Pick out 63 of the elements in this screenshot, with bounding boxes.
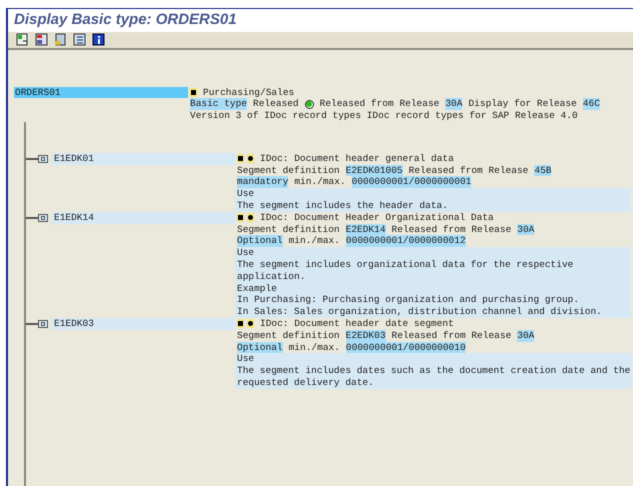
text-line: The segment includes dates such as the document creation date and the [237,365,630,378]
highlighted-text: 30A [445,98,462,110]
tree-node[interactable]: E1EDK14 [51,212,235,224]
text-line: Released from Release [392,330,512,342]
window-title: Display Basic type: ORDERS01 [8,9,633,32]
toolbar-icon[interactable] [71,32,87,48]
toolbar-icon[interactable] [52,32,68,48]
highlighted-text: 30A [517,224,534,236]
text-line: Released from Release [392,224,512,236]
text-line: In Sales: Sales organization, distribution channel and division. [237,306,602,318]
folder-icon[interactable] [38,154,48,163]
text-line: In Purchasing: Purchasing organization and purchasing group. [237,294,580,306]
text-line: min./max. [288,342,340,354]
text-line: IDoc: Document header general data [260,152,454,165]
highlighted-text: 0000000001/0000000010 [346,342,466,354]
text-line: Use [237,353,254,366]
text-line: Use [237,188,254,200]
tree-node[interactable]: E1EDK03 [51,318,235,330]
text-line: IDoc: Document Header Organizational Data [260,212,494,224]
tree-node[interactable]: E1EDK01 [51,152,235,165]
dot-icon [247,154,254,164]
highlighted-text: mandatory [237,176,288,188]
highlighted-text: 0000000001/0000000001 [352,176,472,188]
text-line: Display for Release [468,98,577,110]
dot-icon [247,213,254,222]
info-icon[interactable] [90,32,106,48]
text-line: application. [237,270,306,283]
text-line: IDoc: Document header date segment [260,318,454,330]
text-line: Example [237,282,277,294]
text-line: Purchasing/Sales [203,86,294,98]
toolbar-icon[interactable] [14,32,30,48]
text-line: Segment definition [237,330,340,342]
highlighted-text: Optional [237,342,283,354]
highlighted-text: 30A [517,330,534,342]
highlighted-text: E2EDK14 [346,224,386,236]
text-line: requested delivery date. [237,377,374,389]
text-line: Released [253,98,299,110]
square-icon [237,213,244,222]
text-line: Segment definition [237,224,340,236]
text-line: Released from Release [320,98,440,110]
text-line: Segment definition [237,164,340,176]
highlighted-text: 45B [534,164,552,176]
text-line: The segment includes organizational data for the respective [237,259,574,271]
square-icon [237,154,244,164]
highlighted-text: E2EDK03 [346,330,386,342]
square-icon [190,88,197,97]
highlighted-text: 46C [582,98,600,110]
text-line: min./max. [288,235,340,248]
highlighted-text: 0000000001/0000000012 [346,235,466,248]
dot-icon [247,319,254,328]
highlighted-text: E2EDK01005 [346,164,403,176]
square-icon [237,319,244,328]
highlighted-text: Optional [237,235,283,248]
highlighted-text: Basic type [190,98,248,110]
text-line: The segment includes the header data. [237,200,448,212]
text-line: Released from Release [408,164,528,176]
text-line: Version 3 of IDoc record types IDoc record types for SAP Release 4.0 [190,110,578,122]
toolbar-icon[interactable] [33,32,49,48]
text-line: Use [237,247,254,260]
tree-root-node[interactable]: ORDERS01 [14,86,188,98]
text-line: min./max. [294,176,346,188]
folder-icon[interactable] [38,214,48,222]
folder-icon[interactable] [38,320,48,328]
